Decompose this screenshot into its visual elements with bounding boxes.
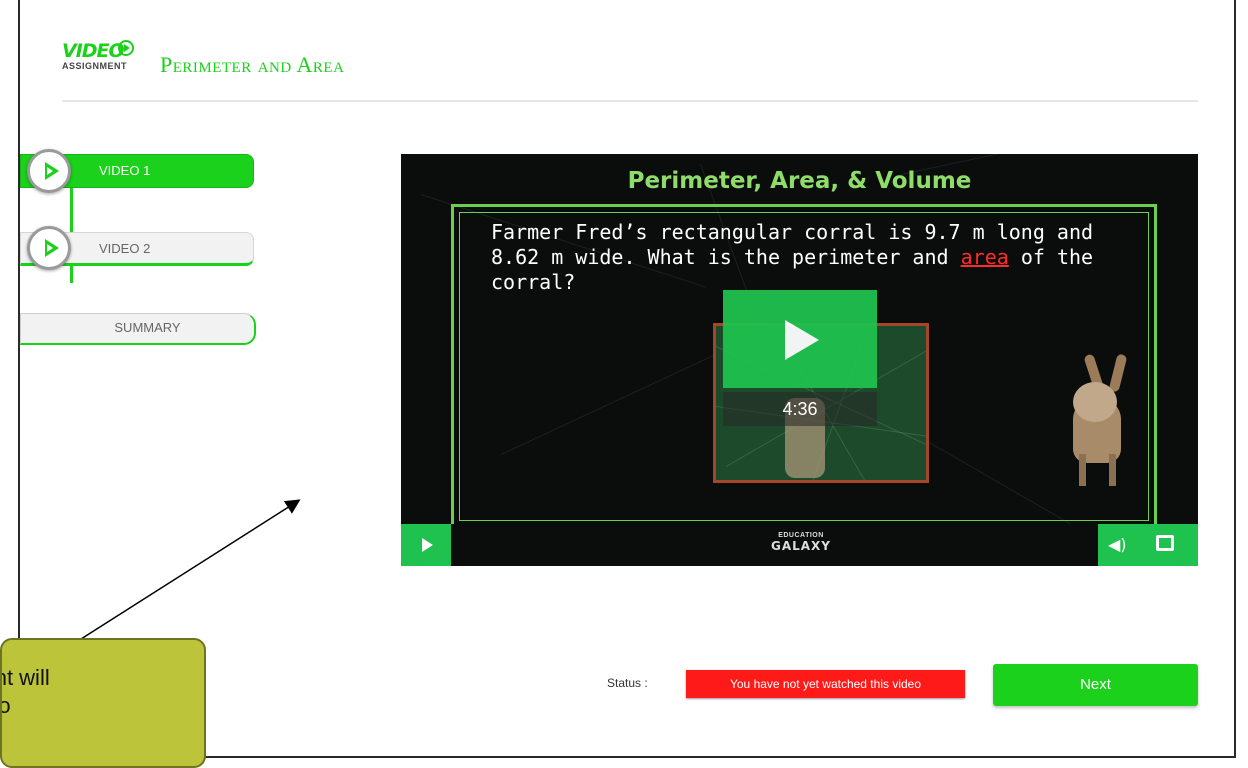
- callout-box: udent will video: [0, 638, 206, 768]
- callout-text: udent will video: [2, 665, 50, 718]
